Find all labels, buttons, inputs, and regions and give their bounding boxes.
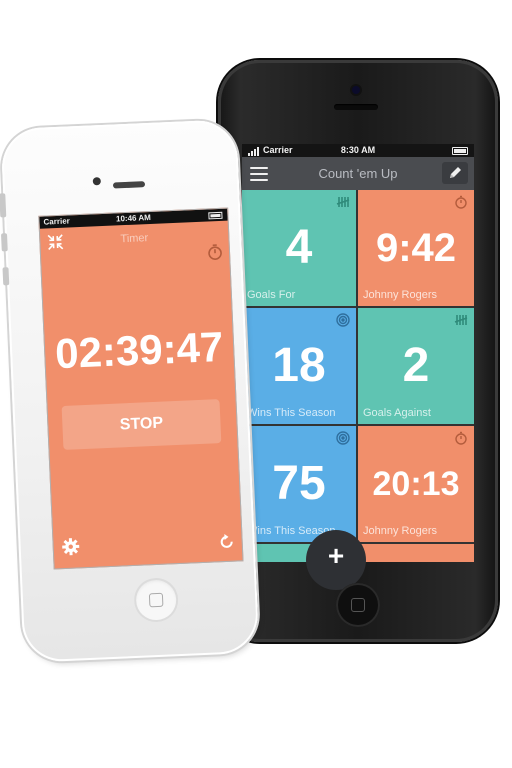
count-em-up-screen: Carrier 8:30 AM Count 'em Up 4 Goals For [242,144,474,562]
counter-tile[interactable]: 20:13 Johnny Rogers [358,426,474,542]
counter-value: 75 [272,457,326,510]
status-bar: Carrier 8:30 AM [242,144,474,157]
pencil-icon [450,167,461,178]
earpiece-speaker [112,181,146,189]
gear-icon[interactable] [61,537,80,556]
reset-icon[interactable] [217,533,236,552]
counter-tile[interactable]: 9:42 Johnny Rogers [358,190,474,306]
earpiece-speaker [334,104,378,110]
counter-grid: 4 Goals For 9:42 Johnny Rogers 18 Wins T… [242,190,474,562]
status-bar: Carrier 10:46 AM [39,208,228,229]
white-phone-body: Carrier 10:46 AM Timer 02:39:47 STOP [0,119,260,663]
stop-button[interactable]: STOP [61,399,222,450]
mute-switch [0,193,7,218]
counter-label: Goals For [247,289,296,301]
counter-value: 9:42 [375,226,457,270]
timer-display: 02:39:47 [54,322,225,378]
white-phone: Carrier 10:46 AM Timer 02:39:47 STOP [0,119,260,663]
counter-value: 2 [402,339,430,392]
plus-icon: + [327,540,345,571]
stopwatch-icon [208,244,222,260]
target-icon [336,431,350,445]
counter-tile-partial [358,544,474,562]
home-button[interactable] [133,577,180,623]
stopwatch-icon [455,431,467,445]
counter-tile[interactable]: 75 Wins This Season [242,426,356,542]
screen-title: Timer [120,232,149,246]
edit-button[interactable] [442,162,468,184]
home-button[interactable] [336,583,380,627]
counter-tile[interactable]: 4 Goals For [242,190,356,306]
stopwatch-icon [455,195,467,209]
counter-label: Wins This Season [247,407,336,419]
counter-label: Goals Against [363,407,431,419]
counter-tile[interactable]: 2 Goals Against [358,308,474,424]
front-camera [92,177,101,186]
status-time: 8:30 AM [340,145,376,155]
counter-value: 4 [285,221,313,274]
front-camera [352,86,360,94]
battery-icon [452,147,468,155]
volume-down-button [2,267,10,286]
add-counter-button[interactable]: + [306,530,366,590]
battery-icon [208,211,223,220]
counter-value: 20:13 [372,465,460,503]
navigation-bar: Count 'em Up [242,157,474,190]
status-time: 10:46 AM [115,212,152,224]
tally-icon [336,197,350,207]
tally-icon [454,315,468,325]
counter-value: 18 [272,339,326,392]
counter-label: Johnny Rogers [363,525,437,537]
app-title: Count 'em Up [318,166,398,181]
volume-up-button [1,233,8,252]
target-icon [336,313,350,327]
black-phone: Carrier 8:30 AM Count 'em Up 4 Goals For [218,60,498,642]
counter-label: Johnny Rogers [363,289,437,301]
counter-tile[interactable]: 18 Wins This Season [242,308,356,424]
timer-screen: Carrier 10:46 AM Timer 02:39:47 STOP [38,207,244,570]
